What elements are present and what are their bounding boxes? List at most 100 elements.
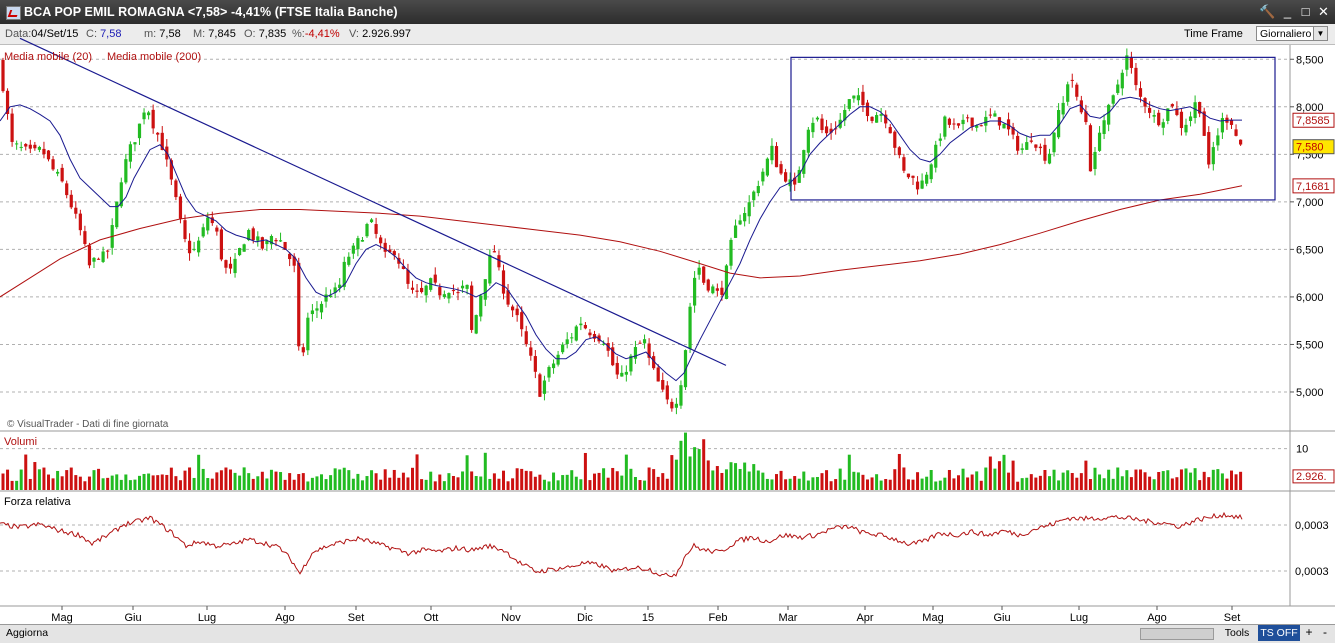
candle-body: [538, 374, 542, 397]
refresh-button[interactable]: Aggiorna: [2, 626, 52, 640]
volume-bar: [28, 478, 32, 490]
candle-body: [929, 164, 933, 180]
candle-body: [224, 260, 228, 268]
zoom-out-button[interactable]: -: [1318, 626, 1332, 640]
candle-body: [1148, 107, 1152, 113]
candle-body: [524, 331, 528, 345]
candle-body: [820, 118, 824, 131]
x-tick-label: Giu: [124, 612, 141, 624]
volume-bar: [838, 468, 842, 490]
candle-body: [693, 277, 697, 306]
volume-bar: [911, 479, 915, 490]
candle-body: [424, 285, 428, 296]
volume-bar: [497, 478, 501, 490]
volume-bar: [752, 464, 756, 490]
candle-body: [274, 240, 278, 242]
volume-bar: [643, 480, 647, 490]
candle-body: [920, 180, 924, 189]
candle-body: [15, 143, 19, 145]
candle-body: [815, 117, 820, 120]
candle-body: [897, 147, 901, 156]
volume-bar: [1225, 478, 1229, 490]
candle-body: [438, 287, 442, 296]
candle-body: [547, 367, 551, 378]
x-tick-label: Ago: [1147, 612, 1167, 624]
candle-body: [1152, 115, 1156, 117]
volume-bar: [251, 478, 255, 490]
volume-bar: [793, 476, 797, 490]
volume-bar: [160, 474, 164, 490]
candle-body: [74, 207, 78, 214]
candle-body: [319, 303, 324, 313]
volume-bar: [583, 452, 587, 490]
tools-button[interactable]: Tools: [1218, 626, 1256, 640]
volume-bar: [720, 472, 724, 490]
volume-bar: [693, 447, 697, 490]
candle-body: [570, 337, 574, 339]
candle-body: [301, 347, 305, 353]
volume-bar: [42, 467, 46, 490]
volume-bar: [656, 476, 660, 490]
volume-bar: [229, 469, 232, 490]
volume-bar: [897, 453, 901, 490]
volume-bar: [256, 476, 260, 490]
volume-bar: [629, 468, 633, 490]
volume-bar: [611, 467, 615, 490]
candle-body: [1170, 104, 1174, 107]
volume-bar: [524, 470, 528, 490]
volume-bar: [142, 473, 146, 490]
volume-bar: [188, 467, 192, 490]
ts-off-button[interactable]: TS OFF: [1258, 625, 1300, 641]
volume-bar: [156, 475, 160, 490]
volume-bar: [1057, 480, 1061, 490]
volume-bar: [165, 474, 169, 490]
candle-body: [620, 372, 624, 377]
volume-bar: [957, 475, 960, 490]
candle-body: [1138, 88, 1143, 97]
volume-bar: [206, 478, 210, 490]
volume-bar: [533, 476, 537, 490]
candle-body: [1066, 84, 1070, 102]
candle-body: [520, 312, 524, 330]
volume-bar: [10, 480, 14, 490]
volume-bar: [743, 462, 747, 490]
candle-body: [174, 180, 178, 198]
volume-bar: [547, 481, 551, 490]
volume-bar: [1034, 477, 1038, 490]
volume-bar: [119, 479, 123, 490]
volume-bar: [260, 471, 264, 490]
volume-bar: [552, 472, 556, 490]
volume-bar: [852, 471, 856, 490]
candle-body: [956, 123, 961, 126]
volume-bar: [542, 479, 546, 490]
volume-bar: [520, 468, 524, 490]
volume-bar: [1102, 478, 1106, 490]
candle-body: [1120, 72, 1124, 89]
x-tick-label: Mag: [922, 612, 943, 624]
candle-body: [156, 132, 160, 135]
volume-bar: [51, 478, 55, 490]
volume-bar: [1230, 470, 1233, 490]
volume-bar: [1116, 467, 1120, 490]
volume-bar: [1093, 467, 1097, 490]
horizontal-scrollbar[interactable]: [1140, 628, 1214, 640]
chart-canvas[interactable]: 5,0005,5006,0006,5007,0007,5008,0008,500…: [0, 0, 1335, 624]
volume-bar: [870, 477, 874, 490]
price-tick-label: 6,500: [1296, 244, 1324, 256]
candle-body: [743, 213, 747, 222]
volume-bar: [934, 481, 938, 490]
zoom-in-button[interactable]: +: [1302, 626, 1316, 640]
volume-bar: [806, 480, 810, 490]
volume-bar: [1120, 476, 1124, 490]
candle-body: [96, 258, 101, 260]
x-tick-label: Dic: [577, 612, 593, 624]
candle-body: [802, 150, 806, 174]
candle-body: [347, 256, 351, 265]
candle-body: [811, 122, 815, 133]
volume-bar: [597, 472, 601, 490]
candle-body: [451, 290, 456, 292]
candle-body: [961, 119, 965, 125]
candle-body: [1179, 111, 1184, 129]
volume-bar: [538, 474, 542, 490]
volume-bar: [1002, 454, 1006, 490]
